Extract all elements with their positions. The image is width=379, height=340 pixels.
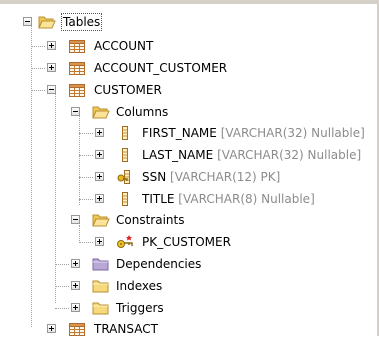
table-icon [68,82,86,98]
tree-node-label: Tables [60,13,103,31]
column-icon [116,125,134,141]
tree-node-constraint-pk-customer[interactable]: PK_CUSTOMER [0,231,379,253]
expand-toggle[interactable] [47,63,56,72]
tree-node-label: CUSTOMER [94,83,162,97]
collapse-toggle[interactable] [71,107,80,116]
key-constraint-icon [116,234,134,250]
tree-node-label: PK_CUSTOMER [142,235,231,249]
expand-toggle[interactable] [95,237,104,246]
folder-open-icon [38,14,56,30]
tree-node-triggers[interactable]: Triggers [0,297,379,319]
tree-node-column-title[interactable]: TITLE [VARCHAR(8) Nullable] [0,188,379,210]
expand-toggle[interactable] [47,324,56,333]
column-detail: [VARCHAR(12) PK] [170,170,281,184]
tree-node-label: TITLE [VARCHAR(8) Nullable] [142,191,315,207]
column-detail: [VARCHAR(32) Nullable] [220,126,365,140]
expand-toggle[interactable] [71,303,80,312]
tree-node-label: TRANSACT [94,322,158,336]
panel-top-border [0,0,379,4]
table-icon [68,321,86,337]
collapse-toggle[interactable] [71,215,80,224]
tree-node-label: FIRST_NAME [VARCHAR(32) Nullable] [142,125,365,141]
expand-toggle[interactable] [95,150,104,159]
tree-node-table-account[interactable]: ACCOUNT [0,35,379,57]
tree-node-column-last-name[interactable]: LAST_NAME [VARCHAR(32) Nullable] [0,144,379,166]
folder-open-icon [92,212,110,228]
expand-toggle[interactable] [71,259,80,268]
table-icon [68,60,86,76]
column-name: FIRST_NAME [142,126,217,140]
folder-open-icon [92,104,110,120]
expand-toggle[interactable] [71,281,80,290]
expand-toggle[interactable] [47,41,56,50]
column-name: LAST_NAME [142,148,214,162]
column-detail: [VARCHAR(32) Nullable] [217,148,362,162]
table-icon [68,38,86,54]
dependencies-folder-icon [92,256,110,272]
tree-node-label: ACCOUNT [94,39,154,53]
column-icon [116,191,134,207]
column-name: SSN [142,170,167,184]
primary-key-column-icon [116,169,134,185]
tree-node-column-ssn[interactable]: SSN [VARCHAR(12) PK] [0,166,379,188]
column-icon [116,147,134,163]
column-detail: [VARCHAR(8) Nullable] [178,192,315,206]
tree-node-label: LAST_NAME [VARCHAR(32) Nullable] [142,147,361,163]
collapse-toggle[interactable] [47,85,56,94]
tree-node-table-transact[interactable]: TRANSACT [0,318,379,340]
collapse-toggle[interactable] [23,17,32,26]
tree-node-label: Dependencies [116,257,202,271]
expand-toggle[interactable] [95,194,104,203]
tree-node-label: Indexes [116,279,163,293]
tree-node-label: SSN [VARCHAR(12) PK] [142,169,280,185]
folder-icon [92,278,110,294]
tree-node-table-customer[interactable]: CUSTOMER [0,79,379,101]
tree-node-label: Columns [116,105,169,119]
folder-icon [92,300,110,316]
tree-node-label: Constraints [116,213,185,227]
tree-node-constraints[interactable]: Constraints [0,209,379,231]
column-name: TITLE [142,192,175,206]
tree-node-column-first-name[interactable]: FIRST_NAME [VARCHAR(32) Nullable] [0,122,379,144]
tree-node-indexes[interactable]: Indexes [0,275,379,297]
tree-node-label: ACCOUNT_CUSTOMER [94,61,228,75]
tree-node-table-account-customer[interactable]: ACCOUNT_CUSTOMER [0,57,379,79]
tree-node-dependencies[interactable]: Dependencies [0,253,379,275]
tree-node-tables[interactable]: Tables [0,11,379,33]
expand-toggle[interactable] [95,172,104,181]
tree-node-columns[interactable]: Columns [0,101,379,123]
tree-node-label: Triggers [116,301,164,315]
expand-toggle[interactable] [95,128,104,137]
